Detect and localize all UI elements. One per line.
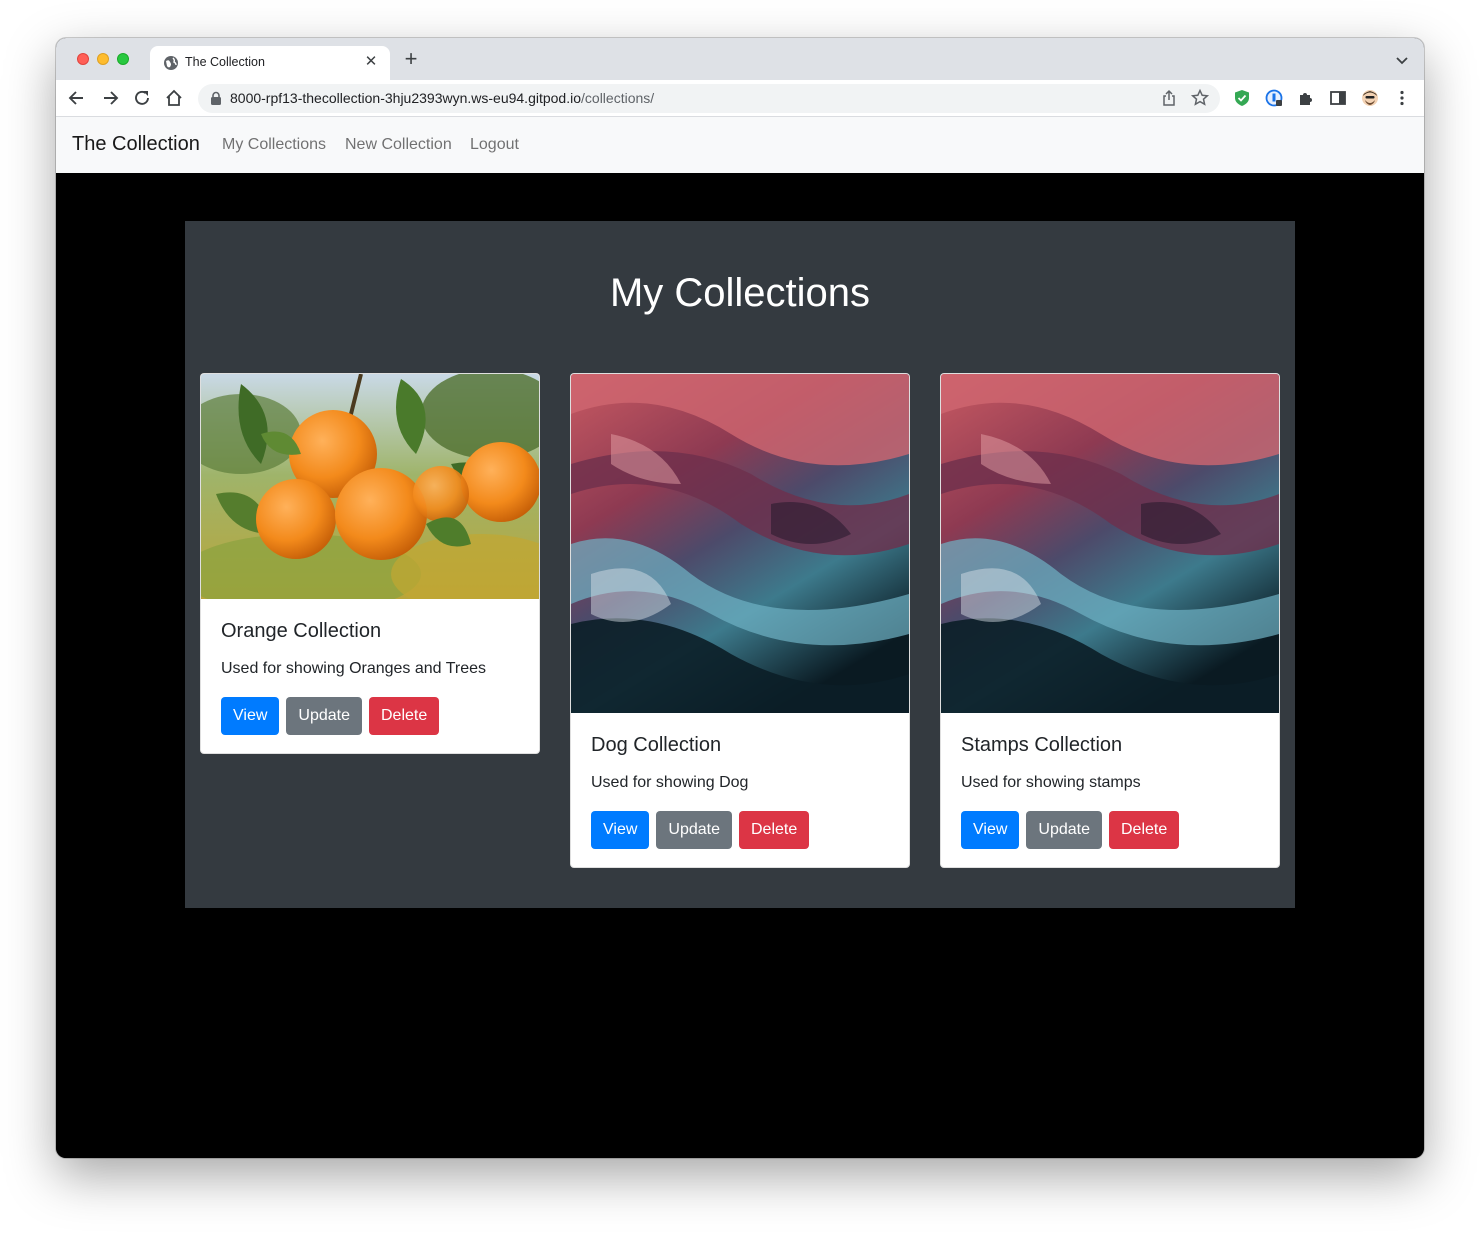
card-title: Stamps Collection [961,734,1123,756]
site-navbar: The Collection My Collections New Collec… [56,117,1424,173]
forward-arrow-icon[interactable] [100,88,120,108]
lock-icon [211,91,221,105]
close-window-button[interactable] [77,53,89,65]
chevron-down-icon[interactable] [1394,52,1410,68]
collection-card: Orange Collection Used for showing Orang… [200,373,540,754]
collections-panel: My Collections Orange Collection Used fo… [185,221,1295,908]
abstract-fluid-image [941,374,1279,713]
nav-link-new-collection[interactable]: New Collection [345,136,452,154]
card-body: Stamps Collection Used for showing stamp… [961,733,1261,849]
address-bar[interactable]: 8000-rpf13-thecollection-3hju2393wyn.ws-… [198,84,1220,113]
view-button[interactable]: View [221,697,280,735]
puzzle-extensions-icon[interactable] [1296,88,1316,108]
delete-button[interactable]: Delete [1108,811,1180,849]
abstract-fluid-image [571,374,909,713]
zoom-window-button[interactable] [117,53,129,65]
card-description: Used for showing stamps [961,774,1141,791]
update-button[interactable]: Update [1026,811,1102,849]
card-description: Used for showing Oranges and Trees [221,660,487,677]
update-button[interactable]: Update [656,811,732,849]
view-button[interactable]: View [591,811,650,849]
card-actions: View Update Delete [961,811,1261,849]
orange-tree-image [201,374,539,599]
nav-link-logout[interactable]: Logout [470,136,519,154]
nav-link-my-collections[interactable]: My Collections [222,136,326,154]
card-actions: View Update Delete [591,811,891,849]
browser-window: The Collection ✕ + 8000-rpf13-thecollect… [56,38,1424,1158]
minimize-window-button[interactable] [97,53,109,65]
profile-avatar-icon[interactable] [1360,88,1380,108]
close-tab-icon[interactable]: ✕ [362,53,380,71]
reload-icon[interactable] [132,88,152,108]
shield-extension-icon[interactable] [1232,88,1252,108]
card-title: Orange Collection [221,620,382,642]
view-button[interactable]: View [961,811,1020,849]
url-text: 8000-rpf13-thecollection-3hju2393wyn.ws-… [230,90,655,106]
page-viewport: The Collection My Collections New Collec… [56,117,1424,1158]
collection-card: Dog Collection Used for showing Dog View… [570,373,910,868]
more-menu-icon[interactable] [1392,88,1412,108]
collection-card: Stamps Collection Used for showing stamp… [940,373,1280,868]
card-actions: View Update Delete [221,697,521,735]
card-body: Dog Collection Used for showing Dog View… [591,733,891,849]
bookmark-star-icon[interactable] [1190,88,1210,108]
update-button[interactable]: Update [286,697,362,735]
browser-tab-active[interactable]: The Collection ✕ [150,46,390,80]
new-tab-button[interactable]: + [400,48,422,71]
password-manager-icon[interactable] [1264,88,1284,108]
globe-icon [164,56,178,70]
card-title: Dog Collection [591,734,722,756]
card-body: Orange Collection Used for showing Orang… [221,619,521,735]
browser-toolbar: 8000-rpf13-thecollection-3hju2393wyn.ws-… [56,80,1424,117]
navbar-brand[interactable]: The Collection [72,133,200,156]
card-description: Used for showing Dog [591,774,749,791]
share-icon[interactable] [1160,89,1178,107]
page-title: My Collections [609,271,871,315]
delete-button[interactable]: Delete [368,697,440,735]
tab-title: The Collection [185,55,265,69]
tab-strip: The Collection ✕ + [56,38,1424,80]
back-arrow-icon[interactable] [67,88,87,108]
home-icon[interactable] [164,88,184,108]
side-panel-icon[interactable] [1328,88,1348,108]
delete-button[interactable]: Delete [738,811,810,849]
